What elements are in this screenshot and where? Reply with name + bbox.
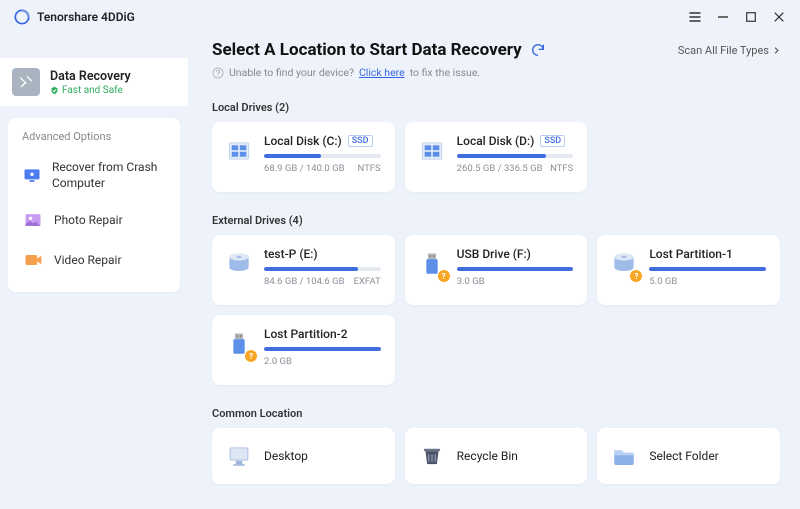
- disk-icon: [417, 136, 447, 166]
- titlebar: Tenorshare 4DDiG: [0, 0, 800, 34]
- drive-title: Lost Partition-2: [264, 327, 348, 341]
- disk-icon: [224, 249, 254, 279]
- drive-card-local-0[interactable]: Local Disk (C:) SSD 68.9 GB / 140.0 GB NTF…: [212, 122, 395, 192]
- brand: Tenorshare 4DDiG: [14, 9, 135, 25]
- drive-size: 3.0 GB: [457, 276, 485, 287]
- ssd-badge: SSD: [540, 135, 565, 147]
- minimize-icon[interactable]: [716, 10, 730, 24]
- drive-card-external-0[interactable]: test-P (E:) 84.6 GB / 104.6 GB EXFAT: [212, 235, 395, 305]
- drive-title: Local Disk (D:): [457, 134, 535, 148]
- warning-badge-icon: ?: [630, 270, 642, 282]
- photo-icon: [22, 209, 44, 231]
- refresh-icon[interactable]: [530, 42, 546, 58]
- warning-badge-icon: ?: [438, 270, 450, 282]
- common-location-1[interactable]: Recycle Bin: [405, 428, 588, 484]
- sidebar-item-video-repair[interactable]: Video Repair: [8, 240, 180, 280]
- ssd-badge: SSD: [348, 135, 373, 147]
- disk-icon: [224, 136, 254, 166]
- sidebar-item-subtitle: Fast and Safe: [50, 85, 131, 96]
- maximize-icon[interactable]: [744, 10, 758, 24]
- monitor-icon: [22, 165, 42, 187]
- drive-title: test-P (E:): [264, 247, 318, 261]
- click-here-link[interactable]: Click here: [359, 66, 405, 79]
- chevron-right-icon: [773, 47, 780, 54]
- location-icon: [224, 441, 254, 471]
- drive-size: 5.0 GB: [649, 276, 677, 287]
- drive-card-external-3[interactable]: ? Lost Partition-2 2.0 GB: [212, 315, 395, 385]
- section-local-drives: Local Drives (2): [212, 101, 780, 114]
- page-title: Select A Location to Start Data Recovery: [212, 40, 546, 60]
- drive-size: 2.0 GB: [264, 356, 292, 367]
- device-hint: Unable to find your device? Click here t…: [212, 66, 780, 79]
- location-icon: [609, 441, 639, 471]
- drive-size: 84.6 GB / 104.6 GB: [264, 276, 345, 287]
- location-icon: [417, 441, 447, 471]
- sidebar-item-label: Video Repair: [54, 253, 122, 267]
- sidebar-item-title: Data Recovery: [50, 69, 131, 84]
- shield-check-icon: [50, 86, 59, 95]
- drive-card-local-1[interactable]: Local Disk (D:) SSD 260.5 GB / 336.5 GB NT…: [405, 122, 588, 192]
- usb-icon: ?: [224, 329, 254, 359]
- drive-card-external-2[interactable]: ? Lost Partition-1 5.0 GB: [597, 235, 780, 305]
- common-location-0[interactable]: Desktop: [212, 428, 395, 484]
- video-icon: [22, 249, 44, 271]
- app-logo-icon: [14, 9, 30, 25]
- drive-size: 260.5 GB / 336.5 GB: [457, 163, 543, 174]
- sidebar-item-label: Photo Repair: [54, 213, 123, 227]
- scan-all-file-types[interactable]: Scan All File Types: [678, 44, 780, 57]
- menu-icon[interactable]: [688, 10, 702, 24]
- warning-badge-icon: ?: [245, 350, 257, 362]
- drive-fs: NTFS: [357, 163, 380, 174]
- sidebar-item-data-recovery[interactable]: Data Recovery Fast and Safe: [0, 58, 188, 106]
- main-content: Select A Location to Start Data Recovery…: [188, 34, 800, 509]
- drive-card-external-1[interactable]: ? USB Drive (F:) 3.0 GB: [405, 235, 588, 305]
- question-circle-icon: [212, 67, 224, 79]
- drive-title: USB Drive (F:): [457, 247, 531, 261]
- disk-icon: ?: [609, 249, 639, 279]
- tools-icon: [12, 68, 40, 96]
- section-common-location: Common Location: [212, 407, 780, 420]
- advanced-options-label: Advanced Options: [8, 130, 180, 151]
- sidebar: Data Recovery Fast and Safe Advanced Opt…: [0, 34, 188, 509]
- drive-title: Lost Partition-1: [649, 247, 733, 261]
- window-controls: [688, 10, 786, 24]
- drive-fs: EXFAT: [354, 276, 381, 287]
- drive-size: 68.9 GB / 140.0 GB: [264, 163, 345, 174]
- sidebar-item-label: Recover from Crash Computer: [52, 160, 166, 191]
- sidebar-item-recover-crash[interactable]: Recover from Crash Computer: [8, 151, 180, 200]
- location-title: Recycle Bin: [457, 449, 518, 463]
- drive-title: Local Disk (C:): [264, 134, 342, 148]
- brand-text: Tenorshare 4DDiG: [37, 10, 135, 24]
- location-title: Select Folder: [649, 449, 718, 463]
- drive-fs: NTFS: [550, 163, 573, 174]
- sidebar-item-photo-repair[interactable]: Photo Repair: [8, 200, 180, 240]
- section-external-drives: External Drives (4): [212, 214, 780, 227]
- location-title: Desktop: [264, 449, 308, 463]
- close-icon[interactable]: [772, 10, 786, 24]
- advanced-options-panel: Advanced Options Recover from Crash Comp…: [8, 118, 180, 292]
- common-location-2[interactable]: Select Folder: [597, 428, 780, 484]
- usb-icon: ?: [417, 249, 447, 279]
